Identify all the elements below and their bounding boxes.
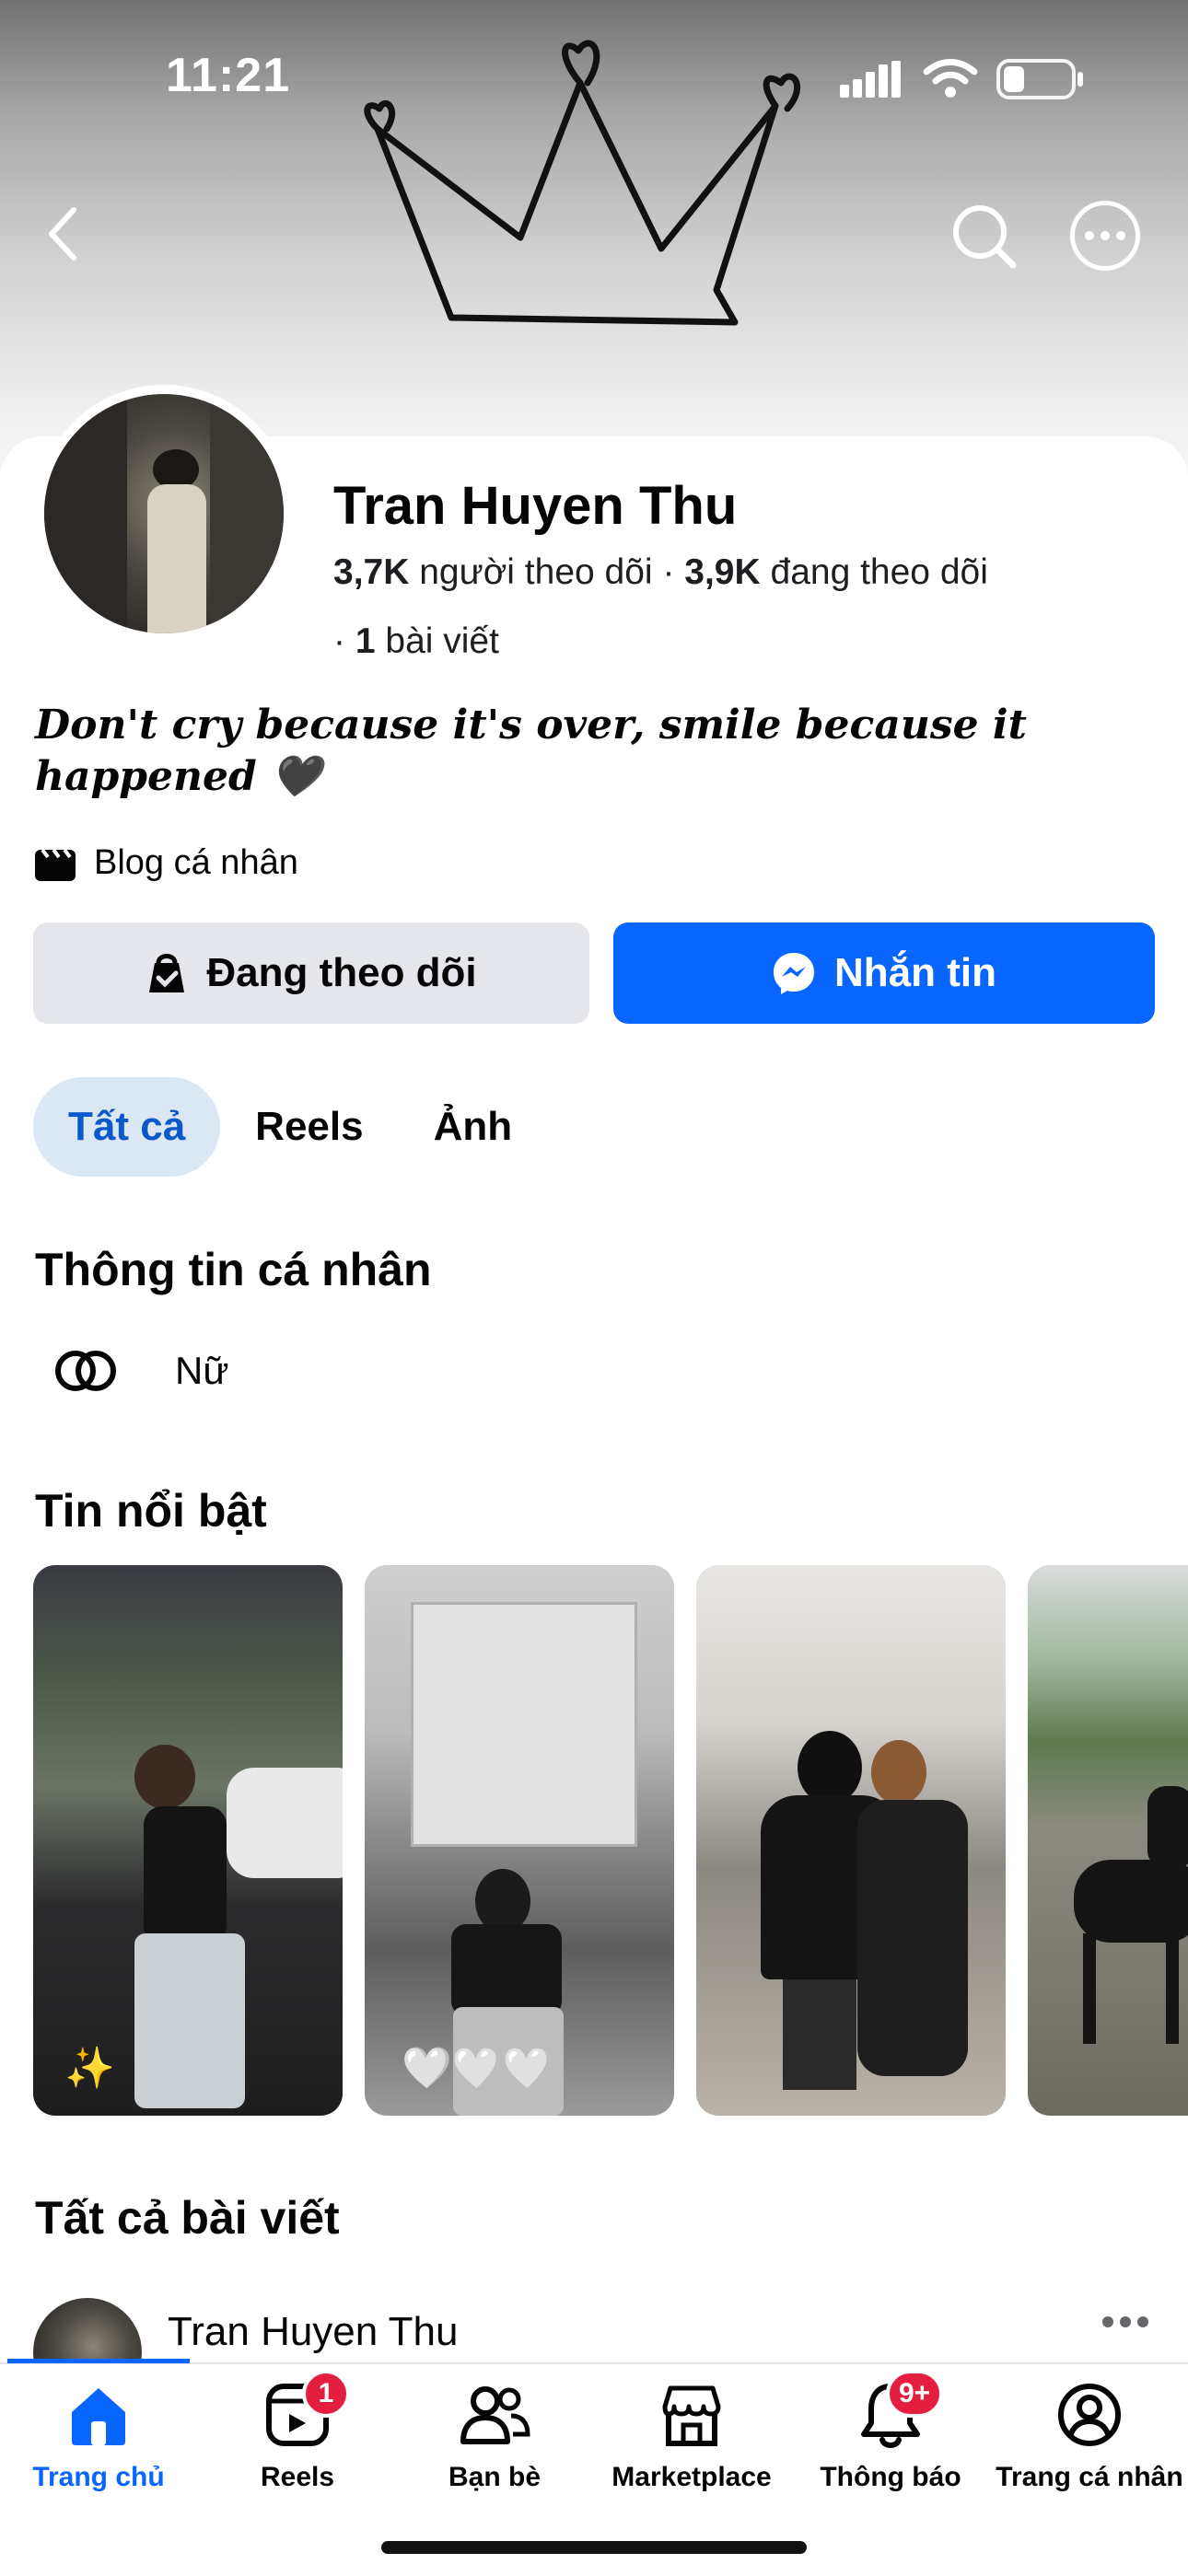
more-options-button[interactable]: [1070, 201, 1140, 271]
posts-label: bài viết: [385, 621, 499, 661]
nav-home[interactable]: Trang chủ: [2, 2381, 195, 2493]
posts-count: 1: [355, 621, 376, 661]
home-icon: [72, 2388, 125, 2445]
nav-friends-label: Bạn bè: [448, 2462, 542, 2492]
more-horizontal-icon: [1102, 2316, 1148, 2327]
following-button-label: Đang theo dõi: [206, 950, 477, 995]
following-check-icon: [149, 954, 185, 992]
cellular-signal-icon: [840, 61, 901, 102]
profile-icon: [1058, 2384, 1121, 2446]
nav-home-label: Trang chủ: [32, 2462, 165, 2492]
tab-all[interactable]: Tất cả: [33, 1077, 221, 1177]
post-author-name[interactable]: Tran Huyen Thu: [168, 2309, 459, 2355]
highlight-caption: 🤍🤍🤍: [402, 2046, 553, 2091]
following-label: đang theo dõi: [770, 552, 988, 592]
profile-bio: Don't cry because it's over, smile becau…: [35, 702, 1027, 800]
reels-badge: 1: [302, 2370, 350, 2418]
content-tabs: Tất cả Reels Ảnh: [33, 1077, 547, 1177]
tab-photos[interactable]: Ảnh: [399, 1077, 548, 1177]
marketplace-icon: [662, 2385, 721, 2446]
active-tab-indicator: [7, 2359, 190, 2363]
nav-notifications[interactable]: Thông báo 9+: [794, 2370, 987, 2493]
following-count[interactable]: 3,9K: [684, 552, 760, 592]
post-options-button[interactable]: [1101, 2315, 1149, 2334]
highlight-story[interactable]: 🤍🤍🤍: [365, 1565, 674, 2116]
nav-notifications-label: Thông báo: [820, 2462, 961, 2492]
status-time: 11:21: [166, 49, 291, 102]
highlight-story[interactable]: [696, 1565, 1006, 2116]
gender-row: Nữ: [53, 1348, 228, 1394]
following-button[interactable]: Đang theo dõi: [33, 922, 589, 1024]
message-button-label: Nhắn tin: [834, 950, 996, 995]
notifications-badge: 9+: [886, 2370, 944, 2418]
profile-avatar[interactable]: [35, 385, 293, 643]
gender-rings-icon: [55, 1351, 116, 1391]
nav-reels[interactable]: Reels 1: [201, 2370, 394, 2493]
followers-count[interactable]: 3,7K: [333, 552, 409, 592]
highlight-story[interactable]: ✨: [33, 1565, 343, 2116]
nav-marketplace-label: Marketplace: [611, 2462, 772, 2492]
more-icon: [1085, 231, 1125, 240]
back-button[interactable]: [44, 204, 81, 268]
friends-icon: [460, 2386, 530, 2444]
search-button[interactable]: [949, 201, 1019, 271]
category-label: Blog cá nhân: [94, 843, 298, 882]
followers-label: người theo dõi: [419, 552, 653, 592]
nav-profile[interactable]: Trang cá nhân: [993, 2381, 1186, 2493]
highlights-title: Tin nổi bật: [35, 1485, 267, 1537]
profile-category: Blog cá nhân: [35, 843, 298, 883]
all-posts-title: Tất cả bài viết: [35, 2192, 340, 2244]
chevron-left-icon: [49, 207, 76, 261]
nav-friends[interactable]: Bạn bè: [398, 2381, 591, 2493]
gender-value: Nữ: [175, 1349, 229, 1392]
highlight-caption: ✨: [64, 2046, 115, 2091]
personal-info-title: Thông tin cá nhân: [35, 1244, 432, 1295]
profile-name: Tran Huyen Thu: [333, 476, 738, 536]
nav-reels-label: Reels: [260, 2462, 335, 2492]
nav-marketplace[interactable]: Marketplace: [595, 2381, 788, 2493]
battery-icon: [996, 59, 1085, 104]
highlight-story[interactable]: [1028, 1565, 1188, 2116]
follow-stats: 3,7K người theo dõi · 3,9K đang theo dõi: [333, 552, 988, 592]
message-button[interactable]: Nhắn tin: [613, 922, 1155, 1024]
clapperboard-icon: [35, 848, 76, 881]
messenger-icon: [774, 953, 814, 994]
tab-reels[interactable]: Reels: [220, 1077, 398, 1177]
search-icon: [953, 205, 1017, 269]
posts-stat: · 1 bài viết: [333, 621, 499, 661]
nav-profile-label: Trang cá nhân: [996, 2462, 1183, 2492]
home-indicator: [381, 2541, 807, 2554]
wifi-icon: [921, 57, 980, 104]
